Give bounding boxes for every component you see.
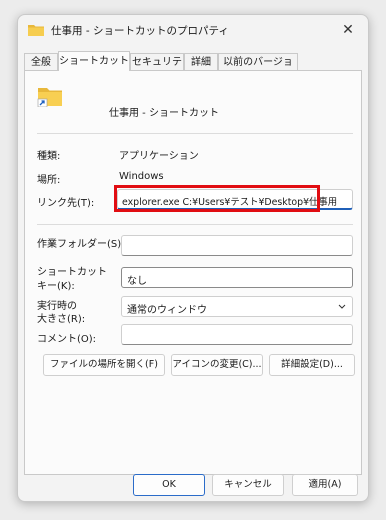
shortcut-name: 仕事用 - ショートカット (109, 108, 219, 119)
tab-security[interactable]: セキュリティ (130, 53, 184, 85)
tab-shortcut[interactable]: ショートカット (58, 51, 130, 71)
window-title: 仕事用 - ショートカットのプロパティ (51, 25, 229, 37)
comment-label: コメント(O): (37, 334, 97, 345)
shortcut-key-input[interactable]: なし (121, 267, 353, 288)
type-label: 種類: (37, 151, 61, 162)
run-size-select[interactable]: 通常のウィンドウ (121, 296, 353, 317)
target-label: リンク先(T): (37, 198, 95, 209)
shortcut-key-label-2: キー(K): (37, 281, 75, 292)
divider (37, 224, 353, 225)
cancel-button[interactable]: キャンセル (212, 474, 284, 496)
type-value: アプリケーション (119, 151, 199, 162)
workdir-label: 作業フォルダー(S): (37, 239, 125, 250)
tab-general[interactable]: 全般 (24, 53, 58, 70)
location-value: Windows (119, 171, 164, 182)
advanced-settings-button[interactable]: 詳細設定(D)... (269, 354, 355, 376)
change-icon-button[interactable]: アイコンの変更(C)... (171, 354, 263, 376)
ok-button[interactable]: OK (133, 474, 205, 496)
apply-button[interactable]: 適用(A) (292, 474, 358, 496)
shortcut-key-value: なし (127, 276, 147, 287)
divider (37, 133, 353, 134)
shortcut-key-label: ショートカット (37, 267, 107, 278)
folder-icon (28, 25, 44, 36)
run-size-label-2: 大きさ(R): (37, 314, 86, 325)
comment-input[interactable] (121, 324, 353, 345)
title-bar[interactable]: 仕事用 - ショートカットのプロパティ ✕ (18, 15, 368, 45)
chevron-down-icon (338, 304, 346, 309)
run-size-value: 通常のウィンドウ (127, 305, 207, 316)
shortcut-panel: 仕事用 - ショートカット 種類: アプリケーション 場所: Windows リ… (24, 70, 362, 475)
open-file-location-button[interactable]: ファイルの場所を開く(F) (43, 354, 165, 376)
highlight-box (114, 185, 320, 212)
location-label: 場所: (37, 175, 61, 186)
tab-details[interactable]: 詳細 (184, 53, 218, 70)
tab-previous-versions[interactable]: 以前のバージョン (218, 53, 298, 85)
shortcut-folder-icon (37, 88, 62, 107)
close-button[interactable]: ✕ (338, 21, 358, 39)
workdir-input[interactable] (121, 235, 353, 256)
properties-dialog: 仕事用 - ショートカットのプロパティ ✕ 全般 ショートカット セキュリティ … (17, 14, 369, 502)
